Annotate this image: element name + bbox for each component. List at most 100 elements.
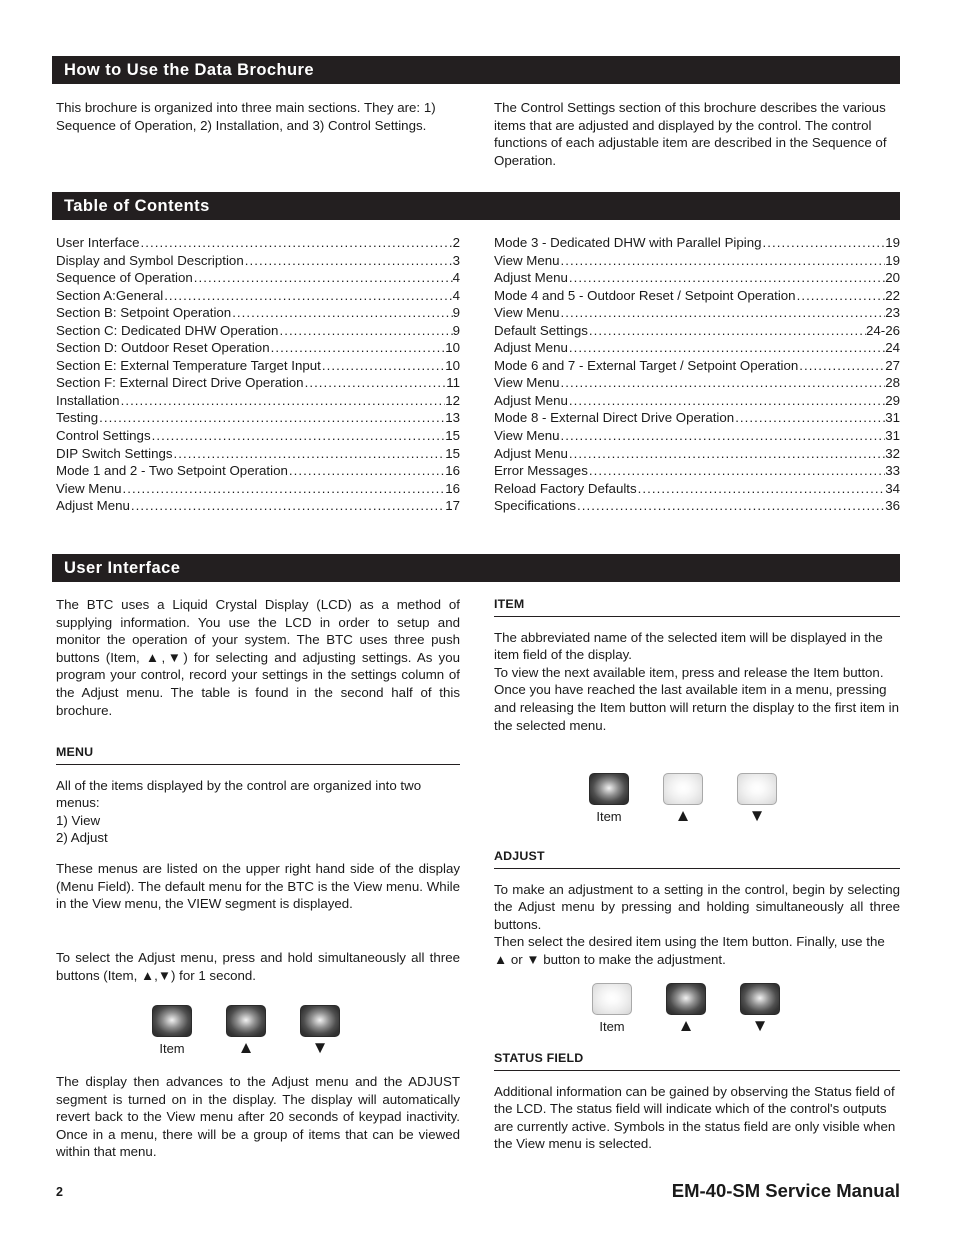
keypad-menu-item-cell[interactable]: Item (152, 1005, 192, 1057)
toc-dot-leader: ........................................… (588, 463, 885, 479)
toc-entry[interactable]: View Menu ..............................… (494, 304, 900, 322)
toc-dot-leader: ........................................… (304, 375, 447, 391)
how-to-right-text: The Control Settings section of this bro… (494, 100, 887, 168)
ui-intro-paragraph: The BTC uses a Liquid Crystal Display (L… (56, 597, 460, 718)
toc-entry-page: 34 (885, 480, 900, 496)
toc-entry-label: Error Messages (494, 463, 588, 479)
keypad-item-down-cell[interactable]: ▼ (737, 773, 777, 824)
toc-dot-leader: ........................................… (321, 357, 446, 373)
toc-entry[interactable]: View Menu ..............................… (494, 374, 900, 392)
toc-entry[interactable]: Mode 1 and 2 - Two Setpoint Operation ..… (56, 462, 460, 480)
toc-entry[interactable]: Mode 8 - External Direct Drive Operation… (494, 409, 900, 427)
toc-entry-page: 2 (452, 235, 460, 250)
toc-entry[interactable]: Section F: External Direct Drive Operati… (56, 374, 460, 392)
toc-entry[interactable]: DIP Switch Settings ....................… (56, 445, 460, 463)
toc-entry[interactable]: Error Messages .........................… (494, 462, 900, 480)
up-button[interactable] (226, 1005, 266, 1037)
keypad-adjust-up-cell[interactable]: ▲ (666, 983, 706, 1034)
toc-entry[interactable]: View Menu ..............................… (494, 252, 900, 270)
footer-manual-title: EM-40-SM Service Manual (671, 1180, 900, 1201)
keypad-menu-down-cell[interactable]: ▼ (300, 1005, 340, 1056)
keypad-adjust-item-cell[interactable]: Item (592, 983, 632, 1035)
toc-dot-leader: ........................................… (193, 270, 453, 286)
toc-entry-page: 29 (885, 392, 900, 408)
toc-entry[interactable]: Section C: Dedicated DHW Operation .....… (56, 322, 460, 340)
down-button[interactable] (740, 983, 780, 1015)
toc-entry[interactable]: Display and Symbol Description .........… (56, 252, 460, 270)
toc-entry[interactable]: Adjust Menu ............................… (494, 339, 900, 357)
toc-entry-page: 4 (452, 270, 460, 286)
toc-entry-label: Mode 8 - External Direct Drive Operation (494, 410, 735, 426)
item-paragraph-3: Once you have reached the last available… (494, 682, 900, 733)
toc-entry-label: Display and Symbol Description (56, 252, 244, 268)
up-arrow-icon: ▲ (677, 1016, 695, 1035)
toc-entry[interactable]: View Menu ..............................… (56, 480, 460, 498)
toc-entry[interactable]: Adjust Menu ............................… (494, 269, 900, 287)
toc-entry-label: Adjust Menu (494, 270, 568, 286)
toc-entry-label: Control Settings (56, 428, 151, 444)
keypad-item-up-cell[interactable]: ▲ (663, 773, 703, 824)
toc-entry[interactable]: Specifications .........................… (494, 497, 900, 515)
toc-dot-leader: ........................................… (288, 463, 446, 479)
toc-entry-label: Mode 4 and 5 - Outdoor Reset / Setpoint … (494, 287, 796, 303)
up-button[interactable] (663, 773, 703, 805)
toc-dot-leader: ........................................… (568, 445, 886, 461)
toc-entry[interactable]: Testing ................................… (56, 409, 460, 427)
toc-entry[interactable]: Section B: Setpoint Operation ..........… (56, 304, 460, 322)
toc-entry[interactable]: Sequence of Operation ..................… (56, 269, 460, 287)
keypad-menu-up-cell[interactable]: ▲ (226, 1005, 266, 1056)
item-button[interactable] (589, 773, 629, 805)
toc-entry[interactable]: Section E: External Temperature Target I… (56, 357, 460, 375)
keypad-adjust-graphic: Item ▲ ▼ (592, 983, 780, 1035)
toc-entry-label: Default Settings (494, 322, 588, 338)
toc-dot-leader: ........................................… (637, 480, 886, 496)
toc-entry[interactable]: Section A:General ......................… (56, 287, 460, 305)
toc-dot-leader: ........................................… (122, 480, 446, 496)
toc-entry[interactable]: Installation ...........................… (56, 392, 460, 410)
toc-entry-label: Section D: Outdoor Reset Operation (56, 340, 270, 356)
toc-entry-page: 24-26 (865, 322, 900, 338)
toc-entry[interactable]: Adjust Menu ............................… (494, 392, 900, 410)
menu-subsection: MENU All of the items displayed by the c… (56, 744, 460, 926)
toc-entry-page: 10 (445, 357, 460, 373)
toc-entry[interactable]: Reload Factory Defaults ................… (494, 480, 900, 498)
toc-entry-label: Installation (56, 392, 120, 408)
toc-entry-page: 9 (452, 322, 460, 338)
toc-entry[interactable]: Adjust Menu ............................… (56, 497, 460, 515)
toc-entry[interactable]: Mode 4 and 5 - Outdoor Reset / Setpoint … (494, 287, 900, 305)
down-button[interactable] (300, 1005, 340, 1037)
toc-dot-leader: ........................................… (762, 235, 886, 250)
toc-entry[interactable]: Section D: Outdoor Reset Operation .....… (56, 339, 460, 357)
toc-entry[interactable]: Adjust Menu ............................… (494, 445, 900, 463)
toc-entry-page: 15 (445, 445, 460, 461)
toc-entry[interactable]: User Interface .........................… (56, 234, 460, 252)
menu-heading: MENU (56, 744, 460, 765)
toc-entry[interactable]: View Menu ..............................… (494, 427, 900, 445)
toc-dot-leader: ........................................… (568, 392, 886, 408)
keypad-adjust-down-cell[interactable]: ▼ (740, 983, 780, 1034)
toc-entry-label: Testing (56, 410, 99, 426)
section-header-user-interface: User Interface (52, 554, 900, 582)
down-button[interactable] (737, 773, 777, 805)
toc-entry[interactable]: Default Settings .......................… (494, 322, 900, 340)
menu-paragraph-4: The display then advances to the Adjust … (56, 1074, 460, 1160)
toc-entry-page: 24 (885, 340, 900, 356)
toc-entry-label: Adjust Menu (494, 392, 568, 408)
menu-select-adjust-block: To select the Adjust menu, press and hol… (56, 949, 460, 984)
toc-entry[interactable]: Control Settings .......................… (56, 427, 460, 445)
item-button[interactable] (152, 1005, 192, 1037)
toc-dot-leader: ........................................… (560, 252, 886, 268)
toc-entry-page: 28 (885, 375, 900, 391)
menu-paragraph-3: To select the Adjust menu, press and hol… (56, 950, 460, 983)
keypad-item-item-cell[interactable]: Item (589, 773, 629, 825)
item-button[interactable] (592, 983, 632, 1015)
toc-entry[interactable]: Mode 6 and 7 - External Target / Setpoin… (494, 357, 900, 375)
toc-dot-leader: ........................................… (120, 392, 446, 408)
toc-entry[interactable]: Mode 3 - Dedicated DHW with Parallel Pip… (494, 234, 900, 252)
toc-entry-page: 22 (885, 287, 900, 303)
toc-dot-leader: ........................................… (577, 498, 886, 514)
up-button[interactable] (666, 983, 706, 1015)
toc-dot-leader: ........................................… (560, 375, 886, 391)
down-arrow-icon: ▼ (751, 1016, 769, 1035)
item-heading: ITEM (494, 596, 900, 617)
